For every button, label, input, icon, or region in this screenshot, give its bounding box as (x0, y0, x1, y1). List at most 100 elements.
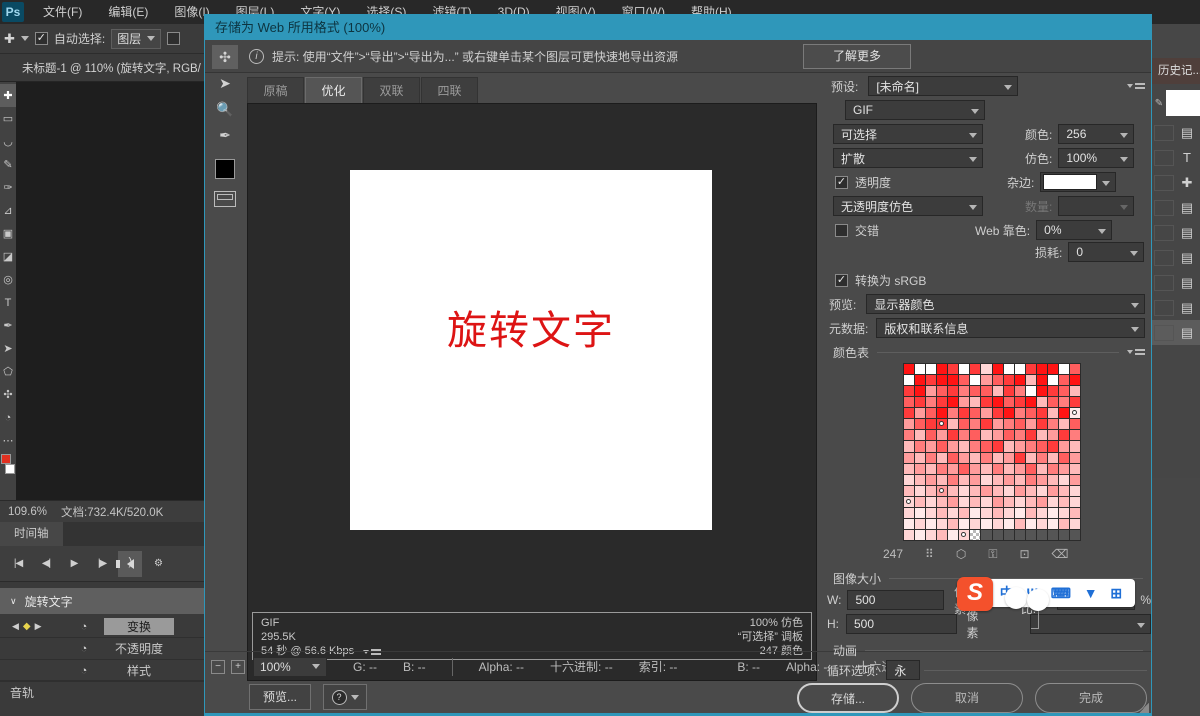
timeline-layer-row[interactable]: ∨ 旋转文字 (0, 588, 204, 614)
palette-swatch[interactable] (993, 397, 1003, 407)
collapse-chevron-icon[interactable]: ∨ (10, 596, 17, 607)
dither-amount-dropdown[interactable]: 100% (1058, 148, 1134, 168)
palette-swatch[interactable] (904, 464, 914, 474)
palette-swatch[interactable] (1037, 508, 1047, 518)
palette-swatch[interactable] (1048, 519, 1058, 529)
palette-swatch[interactable] (904, 408, 914, 418)
palette-swatch[interactable] (993, 486, 1003, 496)
palette-swatch[interactable] (1026, 486, 1036, 496)
palette-swatch[interactable] (926, 364, 936, 374)
ime-logo[interactable]: S (957, 577, 993, 611)
chevron-down-icon[interactable] (21, 36, 29, 41)
websafe-shift-icon[interactable]: ⬡ (956, 547, 966, 562)
palette-swatch[interactable] (915, 419, 925, 429)
palette-swatch[interactable] (959, 408, 969, 418)
palette-swatch[interactable] (1059, 408, 1069, 418)
type-tool-icon[interactable]: T (0, 291, 16, 314)
history-row[interactable]: ✚ (1152, 170, 1200, 195)
dodge-tool-icon[interactable]: ◎ (0, 268, 16, 291)
palette-swatch[interactable] (981, 508, 991, 518)
palette-swatch[interactable] (959, 441, 969, 451)
palette-swatch[interactable] (1015, 519, 1025, 529)
palette-swatch[interactable] (915, 486, 925, 496)
palette-swatch[interactable] (981, 397, 991, 407)
palette-swatch[interactable] (937, 508, 947, 518)
palette-swatch[interactable] (1004, 475, 1014, 485)
palette-swatch[interactable] (1059, 419, 1069, 429)
palette-swatch[interactable] (904, 386, 914, 396)
preview-color-dropdown[interactable]: 显示器颜色 (866, 294, 1145, 314)
palette-swatch[interactable] (1048, 475, 1058, 485)
srgb-checkbox[interactable]: ✓ (835, 274, 848, 287)
palette-swatch[interactable] (926, 519, 936, 529)
palette-swatch[interactable] (904, 364, 914, 374)
palette-swatch[interactable] (1070, 408, 1080, 418)
color-swatches[interactable] (1, 454, 15, 474)
palette-swatch[interactable] (948, 508, 958, 518)
palette-swatch[interactable] (1026, 508, 1036, 518)
delete-color-icon[interactable]: ⌫ (1052, 547, 1069, 562)
palette-swatch[interactable] (970, 441, 980, 451)
palette-swatch[interactable] (937, 386, 947, 396)
zoom-tool-icon[interactable]: 🔍 (212, 97, 238, 121)
document-tab[interactable]: 未标题-1 @ 110% (旋转文字, RGB/ (0, 54, 204, 82)
history-row[interactable]: T (1152, 145, 1200, 170)
palette-swatch[interactable] (937, 364, 947, 374)
palette-swatch[interactable] (1015, 397, 1025, 407)
palette-swatch[interactable] (926, 419, 936, 429)
palette-swatch[interactable] (1037, 364, 1047, 374)
palette-swatch[interactable] (1070, 464, 1080, 474)
stamp-tool-icon[interactable]: ▣ (0, 222, 16, 245)
auto-select-target-dropdown[interactable]: 图层 (111, 29, 161, 49)
palette-swatch[interactable] (981, 375, 991, 385)
palette-swatch[interactable] (1026, 386, 1036, 396)
palette-swatch[interactable] (970, 419, 980, 429)
palette-swatch[interactable] (1070, 375, 1080, 385)
palette-swatch[interactable] (1059, 497, 1069, 507)
palette-swatch[interactable] (1037, 386, 1047, 396)
palette-swatch[interactable] (1015, 497, 1025, 507)
palette-swatch[interactable] (959, 430, 969, 440)
history-row[interactable]: ▤ (1152, 270, 1200, 295)
matte-dropdown[interactable] (1040, 172, 1116, 192)
palette-swatch[interactable] (1070, 530, 1080, 540)
palette-swatch[interactable] (981, 408, 991, 418)
palette-swatch[interactable] (904, 486, 914, 496)
palette-swatch[interactable] (904, 508, 914, 518)
palette-swatch[interactable] (993, 375, 1003, 385)
ime-toolbar[interactable]: 中Ψ⌨▼⊞ S (957, 577, 1135, 611)
palette-swatch[interactable] (1070, 419, 1080, 429)
palette-swatch[interactable] (915, 475, 925, 485)
timeline-property-row[interactable]: ◔不透明度 (0, 638, 204, 660)
palette-swatch[interactable] (1059, 519, 1069, 529)
palette-swatch[interactable] (937, 441, 947, 451)
palette-swatch[interactable] (904, 475, 914, 485)
palette-swatch[interactable] (948, 475, 958, 485)
color-table-menu-icon[interactable] (1127, 349, 1145, 355)
palette-swatch[interactable] (1026, 430, 1036, 440)
palette-swatch[interactable] (981, 441, 991, 451)
palette-swatch[interactable] (904, 430, 914, 440)
transparency-dither-dropdown[interactable]: 无透明度仿色 (833, 196, 983, 216)
palette-swatch[interactable] (1048, 375, 1058, 385)
lock-color-icon[interactable]: ⚿ (988, 547, 997, 562)
palette-swatch[interactable] (993, 497, 1003, 507)
palette-swatch[interactable] (1026, 419, 1036, 429)
toggle-slices-visibility-icon[interactable] (214, 191, 236, 207)
palette-swatch[interactable] (948, 530, 958, 540)
palette-swatch[interactable] (948, 375, 958, 385)
palette-swatch[interactable] (1059, 364, 1069, 374)
palette-swatch[interactable] (1015, 464, 1025, 474)
play-icon[interactable]: ▶ (62, 551, 86, 577)
palette-swatch[interactable] (1015, 408, 1025, 418)
palette-swatch[interactable] (926, 464, 936, 474)
zoom-out-button[interactable]: − (211, 660, 225, 674)
shape-tool-icon[interactable]: ⬠ (0, 360, 16, 383)
palette-swatch[interactable] (1037, 464, 1047, 474)
palette-swatch[interactable] (937, 530, 947, 540)
palette-swatch[interactable] (1015, 364, 1025, 374)
palette-swatch[interactable] (1048, 453, 1058, 463)
eyedropper-tool-icon[interactable]: ✒ (212, 123, 238, 147)
palette-swatch[interactable] (1026, 475, 1036, 485)
palette-swatch[interactable] (937, 397, 947, 407)
